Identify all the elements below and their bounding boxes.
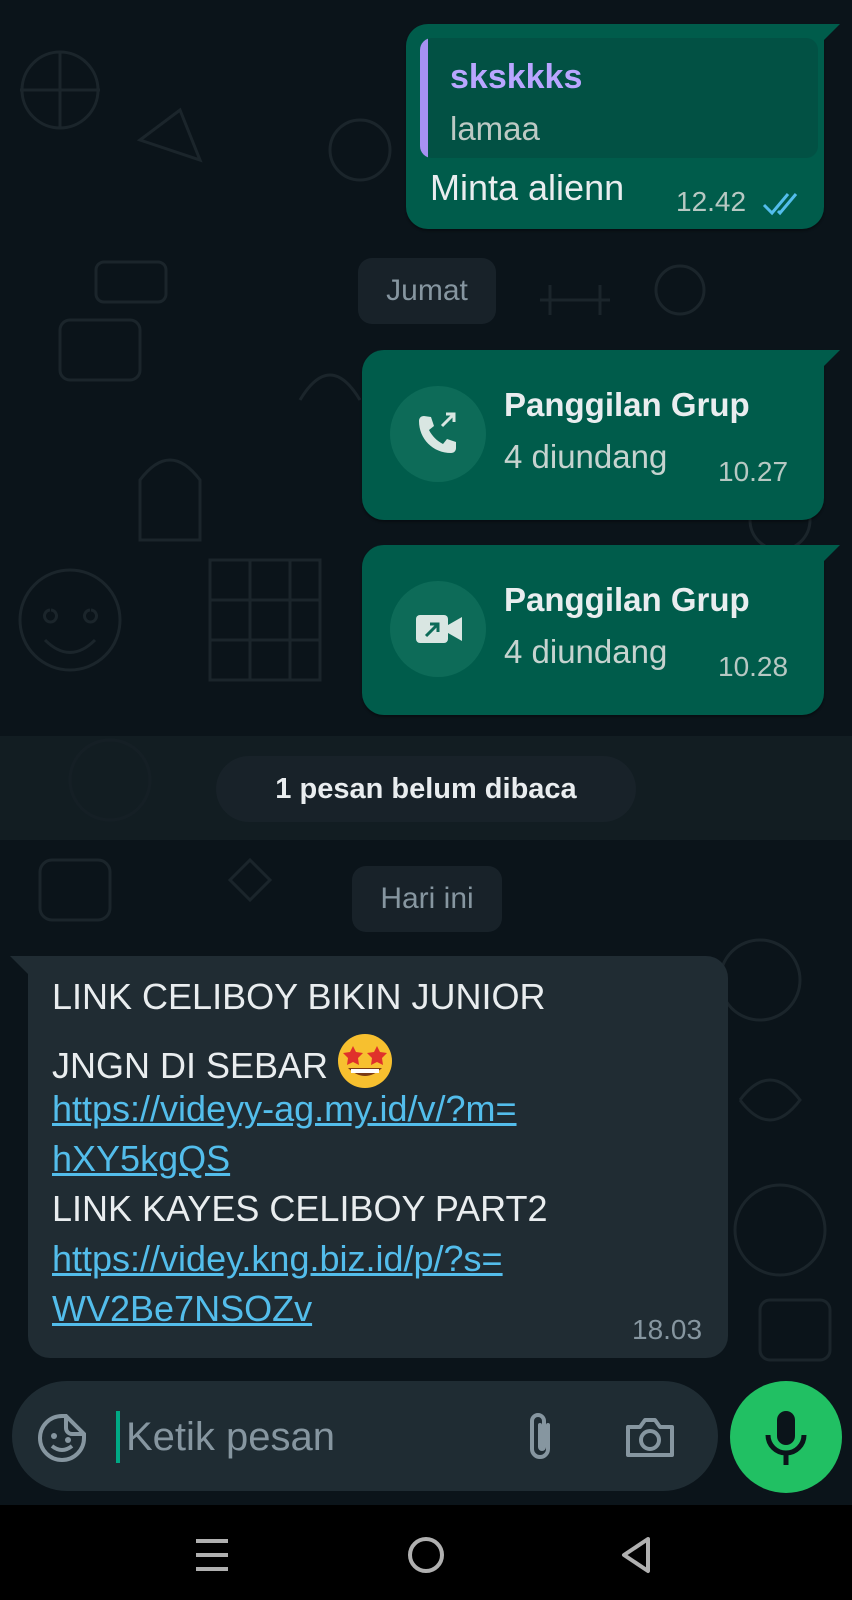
recents-icon[interactable] (192, 1535, 232, 1575)
group-call-bubble[interactable]: Panggilan Grup 4 diundang 10.27 (362, 350, 824, 520)
call-icon (390, 386, 486, 482)
date-separator: Jumat (358, 258, 496, 324)
quote-accent-bar (420, 38, 428, 158)
call-subtitle: 4 diundang (504, 438, 668, 475)
quote-sender-name: skskkks (450, 58, 583, 96)
quote-text: lamaa (450, 110, 540, 147)
unread-messages-banner: 1 pesan belum dibaca (216, 756, 636, 822)
star-struck-emoji-icon (338, 1034, 393, 1088)
message-link[interactable]: hXY5kgQS (52, 1138, 230, 1180)
call-title: Panggilan Grup (504, 386, 750, 423)
attach-icon[interactable] (520, 1409, 560, 1465)
camera-icon[interactable] (624, 1413, 676, 1461)
message-time: 10.28 (718, 651, 789, 682)
message-link[interactable]: WV2Be7NSOZv (52, 1288, 312, 1330)
home-icon[interactable] (404, 1533, 448, 1577)
message-text-line: LINK KAYES CELIBOY PART2 (52, 1188, 548, 1229)
message-bubble-outgoing[interactable]: skskkks lamaa Minta alienn 12.42 (406, 24, 824, 229)
sticker-icon[interactable] (36, 1412, 88, 1464)
system-navigation-bar (0, 1505, 852, 1600)
double-check-read-icon (762, 193, 798, 216)
message-time: 12.42 (676, 186, 747, 217)
bubble-tail (822, 350, 840, 368)
message-text-span: JNGN DI SEBAR (52, 1045, 329, 1086)
bubble-tail (822, 24, 840, 42)
back-icon[interactable] (616, 1533, 656, 1577)
message-time: 18.03 (632, 1314, 703, 1345)
group-video-call-bubble[interactable]: Panggilan Grup 4 diundang 10.28 (362, 545, 824, 715)
message-link[interactable]: https://videyy-ag.my.id/v/?m= (52, 1088, 517, 1130)
message-input[interactable] (116, 1411, 428, 1463)
call-title: Panggilan Grup (504, 581, 750, 618)
message-text-line: JNGN DI SEBAR (52, 1032, 394, 1090)
date-separator: Hari ini (352, 866, 502, 932)
message-text-line: LINK CELIBOY BIKIN JUNIOR (52, 976, 546, 1017)
mic-button[interactable] (730, 1381, 842, 1493)
call-subtitle: 4 diundang (504, 633, 668, 670)
message-text: Minta alienn (430, 167, 625, 208)
bubble-tail (822, 545, 840, 563)
quoted-message[interactable]: skskkks lamaa (420, 38, 818, 158)
message-link[interactable]: https://videy.kng.biz.id/p/?s= (52, 1238, 503, 1280)
message-time: 10.27 (718, 456, 789, 487)
message-composer (12, 1381, 718, 1491)
bubble-tail (10, 956, 28, 974)
message-bubble-incoming[interactable]: LINK CELIBOY BIKIN JUNIOR JNGN DI SEBAR … (28, 956, 728, 1358)
video-call-icon (390, 581, 486, 677)
mic-icon (765, 1411, 807, 1465)
